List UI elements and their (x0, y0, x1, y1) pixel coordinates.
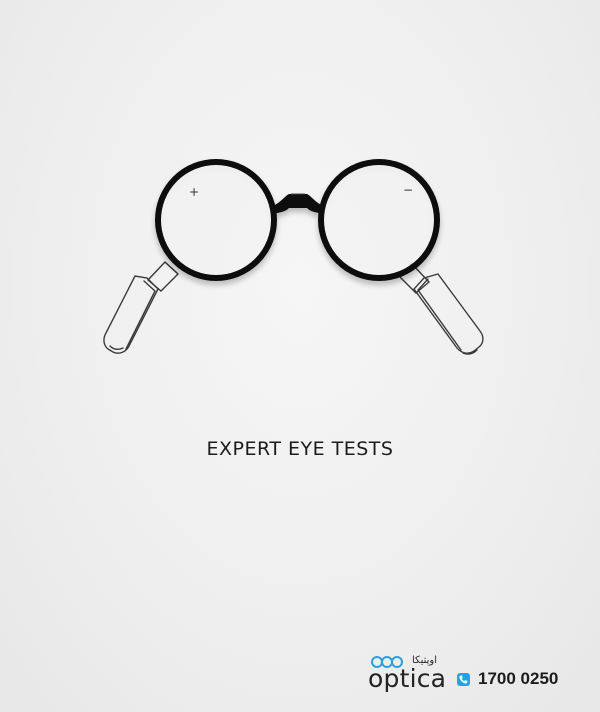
left-lens-plus-mark: + (189, 185, 199, 199)
brand-block: اوپتيكا optica 1700 0250 (368, 654, 578, 694)
bridge (273, 194, 323, 214)
glasses-magnifier-illustration: + − (103, 159, 484, 355)
right-lens-minus-mark: − (403, 183, 413, 197)
ad-canvas: + − EXPERT EYE TESTS اوپتيكا optica 1700… (0, 0, 600, 712)
left-lens-rim (155, 159, 277, 281)
glasses-frame (155, 159, 440, 281)
brand-wordmark: optica (368, 664, 447, 693)
right-lens-rim (318, 159, 440, 281)
headline: EXPERT EYE TESTS (206, 438, 394, 460)
phone-icon (457, 673, 470, 686)
phone-number: 1700 0250 (478, 669, 559, 688)
right-handle-sketch (397, 263, 484, 355)
left-handle-sketch (103, 261, 180, 354)
